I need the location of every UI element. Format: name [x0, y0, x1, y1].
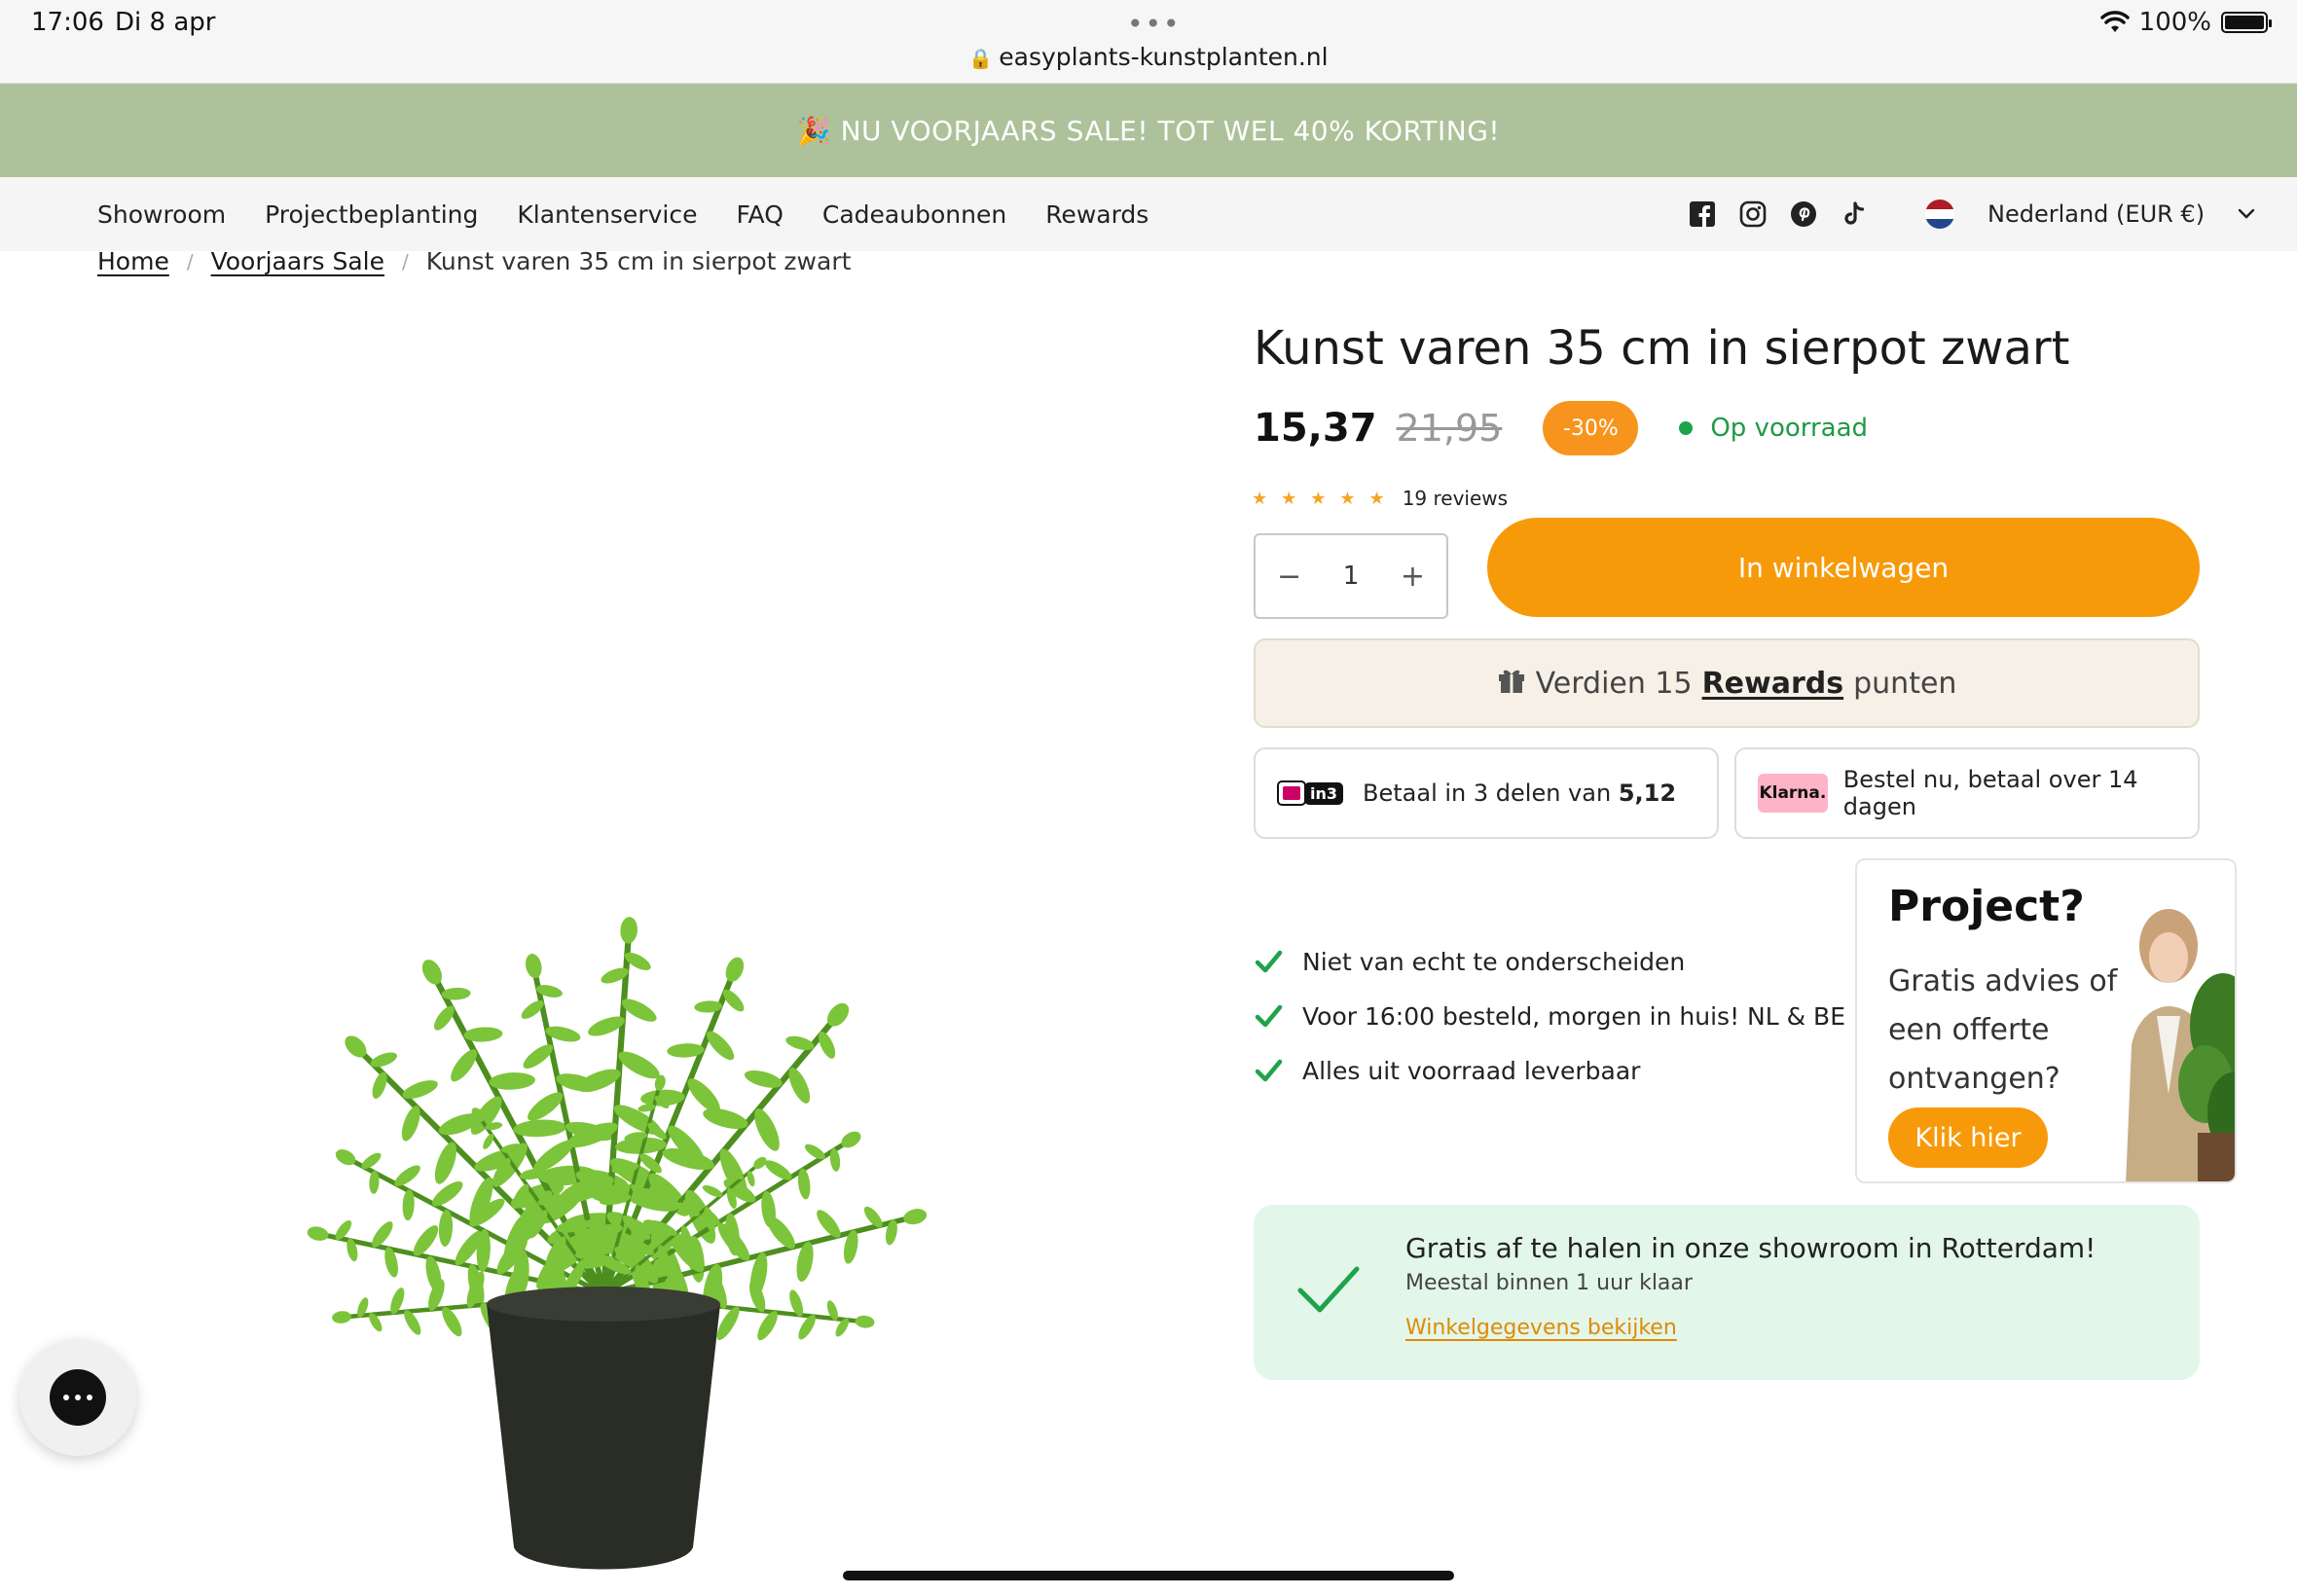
project-cta-button[interactable]: Klik hier [1888, 1107, 2048, 1168]
nav-item-projectbeplanting[interactable]: Projectbeplanting [265, 200, 478, 229]
rating-row[interactable]: ★★★★★ 19 reviews [1252, 487, 1508, 510]
nav-item-klantenservice[interactable]: Klantenservice [517, 200, 697, 229]
url-text: easyplants-kunstplanten.nl [999, 43, 1329, 71]
battery-percentage: 100% [2138, 8, 2211, 37]
nav-item-faq[interactable]: FAQ [736, 200, 783, 229]
nav-item-cadeaubonnen[interactable]: Cadeaubonnen [822, 200, 1006, 229]
price-row: 15,37 21,95 -30% Op voorraad [1254, 401, 1868, 455]
nav-right: Nederland (EUR €) [1688, 177, 2255, 251]
chat-icon [50, 1369, 106, 1426]
in3-logo-icon: in3 [1277, 780, 1344, 806]
usp-text: Voor 16:00 besteld, morgen in huis! NL &… [1302, 1001, 1845, 1031]
country-selector[interactable]: Nederland (EUR €) [1987, 200, 2205, 228]
project-title: Project? [1888, 882, 2085, 931]
status-right: 100% [2099, 8, 2272, 37]
project-subtitle: Gratis advies of een offerte ontvangen? [1888, 964, 2118, 1096]
usp-item: Niet van echt te onderscheiden [1254, 946, 1845, 977]
netherlands-flag-icon[interactable] [1925, 200, 1954, 229]
advisor-photo [2118, 860, 2235, 1181]
discount-badge: -30% [1543, 401, 1639, 455]
check-icon [1255, 1059, 1283, 1082]
promo-banner[interactable]: 🎉 NU VOORJAARS SALE! TOT WEL 40% KORTING… [0, 84, 2297, 177]
pay-in3-box[interactable]: in3 Betaal in 3 delen van 5,12 [1254, 747, 1719, 839]
gift-icon [1497, 665, 1526, 702]
facebook-icon[interactable] [1688, 200, 1717, 229]
quantity-stepper: − 1 + [1254, 533, 1448, 619]
nav-links: Showroom Projectbeplanting Klantenservic… [97, 177, 1148, 251]
rewards-suffix: punten [1853, 666, 1957, 701]
in3-text: Betaal in 3 delen van [1363, 780, 1612, 807]
wifi-icon [2099, 11, 2130, 32]
quantity-increase-button[interactable]: + [1401, 560, 1425, 594]
tiktok-icon[interactable] [1840, 200, 1869, 229]
usp-text: Niet van echt te onderscheiden [1302, 947, 1686, 976]
stock-indicator-icon [1679, 421, 1694, 435]
usp-item: Voor 16:00 besteld, morgen in huis! NL &… [1254, 1000, 1845, 1032]
check-icon [1255, 1004, 1283, 1028]
status-bar: 17:06 Di 8 apr ••• 100% 🔒 easyplants-kuns… [0, 0, 2297, 84]
review-count[interactable]: 19 reviews [1403, 487, 1508, 510]
project-card: Project? Gratis advies of een offerte on… [1855, 858, 2237, 1183]
battery-icon [2221, 12, 2272, 33]
add-to-cart-button[interactable]: In winkelwagen [1487, 518, 2200, 617]
pinterest-icon[interactable] [1789, 200, 1818, 229]
check-icon [1255, 950, 1283, 973]
lock-icon: 🔒 [968, 47, 994, 70]
multitasking-dots-icon[interactable]: ••• [1127, 8, 1182, 40]
pickup-title: Gratis af te halen in onze showroom in R… [1405, 1232, 2096, 1264]
pay-klarna-box[interactable]: Klarna. Bestel nu, betaal over 14 dagen [1734, 747, 2200, 839]
url-bar[interactable]: 🔒 easyplants-kunstplanten.nl [0, 43, 2297, 71]
product-image[interactable] [97, 671, 1129, 1577]
pickup-box: Gratis af te halen in onze showroom in R… [1254, 1205, 2200, 1380]
klarna-logo-icon: Klarna. [1758, 774, 1828, 813]
klarna-text: Bestel nu, betaal over 14 dagen [1842, 766, 2138, 820]
in3-amount: 5,12 [1618, 780, 1677, 807]
product-title: Kunst varen 35 cm in sierpot zwart [1254, 321, 2070, 376]
rewards-link[interactable]: Rewards [1702, 667, 1844, 701]
chevron-down-icon[interactable] [2238, 204, 2255, 225]
breadcrumb: Home / Voorjaars Sale / Kunst varen 35 c… [97, 247, 851, 275]
home-indicator[interactable] [843, 1571, 1454, 1580]
breadcrumb-separator: / [401, 249, 409, 273]
price-current: 15,37 [1254, 406, 1377, 451]
rewards-box: Verdien 15 Rewards punten [1254, 638, 2200, 728]
store-details-link[interactable]: Winkelgegevens bekijken [1405, 1316, 1677, 1340]
nav-item-showroom[interactable]: Showroom [97, 200, 226, 229]
rewards-prefix: Verdien 15 [1535, 666, 1693, 701]
promo-text: 🎉 NU VOORJAARS SALE! TOT WEL 40% KORTING… [796, 114, 1501, 147]
quantity-decrease-button[interactable]: − [1277, 560, 1301, 594]
breadcrumb-home[interactable]: Home [97, 247, 169, 275]
quantity-value[interactable]: 1 [1343, 562, 1360, 591]
usp-text: Alles uit voorraad leverbaar [1302, 1056, 1641, 1085]
status-date: Di 8 apr [115, 8, 216, 37]
usp-item: Alles uit voorraad leverbaar [1254, 1055, 1845, 1086]
chat-button[interactable] [19, 1339, 136, 1456]
status-time: 17:06 [31, 8, 104, 37]
main-nav: Showroom Projectbeplanting Klantenservic… [0, 177, 2297, 251]
pickup-subtitle: Meestal binnen 1 uur klaar [1405, 1271, 1693, 1295]
usp-list: Niet van echt te onderscheiden Voor 16:0… [1254, 946, 1845, 1086]
breadcrumb-current: Kunst varen 35 cm in sierpot zwart [425, 247, 852, 275]
breadcrumb-voorjaars-sale[interactable]: Voorjaars Sale [211, 247, 384, 275]
price-original: 21,95 [1396, 407, 1503, 450]
stock-status: Op voorraad [1710, 414, 1869, 443]
nav-item-rewards[interactable]: Rewards [1045, 200, 1148, 229]
breadcrumb-separator: / [186, 249, 194, 273]
check-icon [1297, 1266, 1360, 1313]
instagram-icon[interactable] [1738, 200, 1768, 229]
star-rating-icon: ★★★★★ [1252, 488, 1399, 509]
